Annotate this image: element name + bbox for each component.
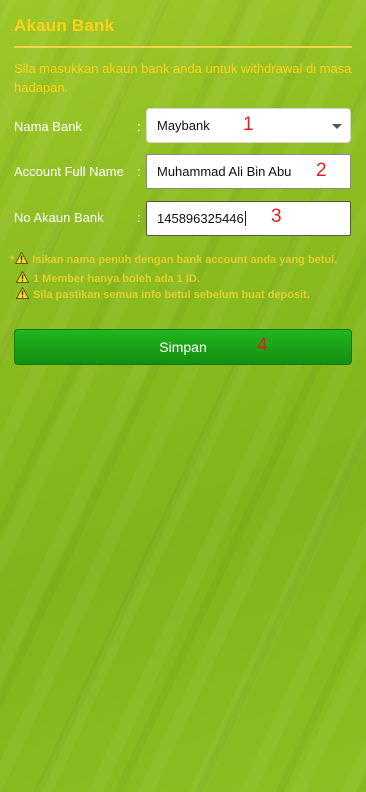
chevron-down-icon	[332, 124, 342, 129]
account-number-field[interactable]: 145896325446	[146, 201, 351, 236]
colon: :	[137, 119, 141, 134]
account-number-value: 145896325446	[157, 211, 244, 226]
page-title: Akaun Bank	[14, 16, 115, 35]
note-text: Sila pastikan semua info betul sebelum b…	[33, 289, 310, 301]
required-star: *	[10, 254, 15, 266]
title-divider	[14, 46, 352, 48]
warning-icon	[16, 271, 29, 283]
note-text: Isikan nama penuh dengan bank account an…	[32, 254, 338, 266]
bank-select-value: Maybank	[157, 118, 210, 133]
annotation-3: 3	[271, 206, 282, 227]
bank-name-label: Nama Bank	[14, 119, 82, 134]
warning-icon	[16, 287, 29, 299]
note-item: * Isikan nama penuh dengan bank account a…	[10, 252, 356, 268]
full-name-label: Account Full Name	[14, 164, 124, 179]
full-name-value: Muhammad Ali Bin Abu	[157, 164, 292, 179]
annotation-1: 1	[243, 114, 254, 135]
save-button[interactable]: Simpan	[14, 329, 352, 365]
intro-text: Sila masukkan akaun bank anda untuk with…	[14, 61, 352, 95]
account-number-label: No Akaun Bank	[14, 210, 104, 225]
save-button-label: Simpan	[159, 339, 207, 355]
annotation-2: 2	[316, 160, 327, 181]
text-cursor	[244, 211, 246, 226]
colon: :	[137, 164, 141, 179]
notes: * Isikan nama penuh dengan bank account a…	[10, 252, 356, 303]
note-item: Sila pastikan semua info betul sebelum b…	[10, 287, 356, 303]
note-item: 1 Member hanya boleh ada 1 ID.	[10, 271, 356, 287]
colon: :	[137, 210, 141, 225]
warning-icon	[15, 252, 29, 264]
note-text: 1 Member hanya boleh ada 1 ID.	[33, 273, 200, 285]
annotation-4: 4	[257, 335, 268, 356]
